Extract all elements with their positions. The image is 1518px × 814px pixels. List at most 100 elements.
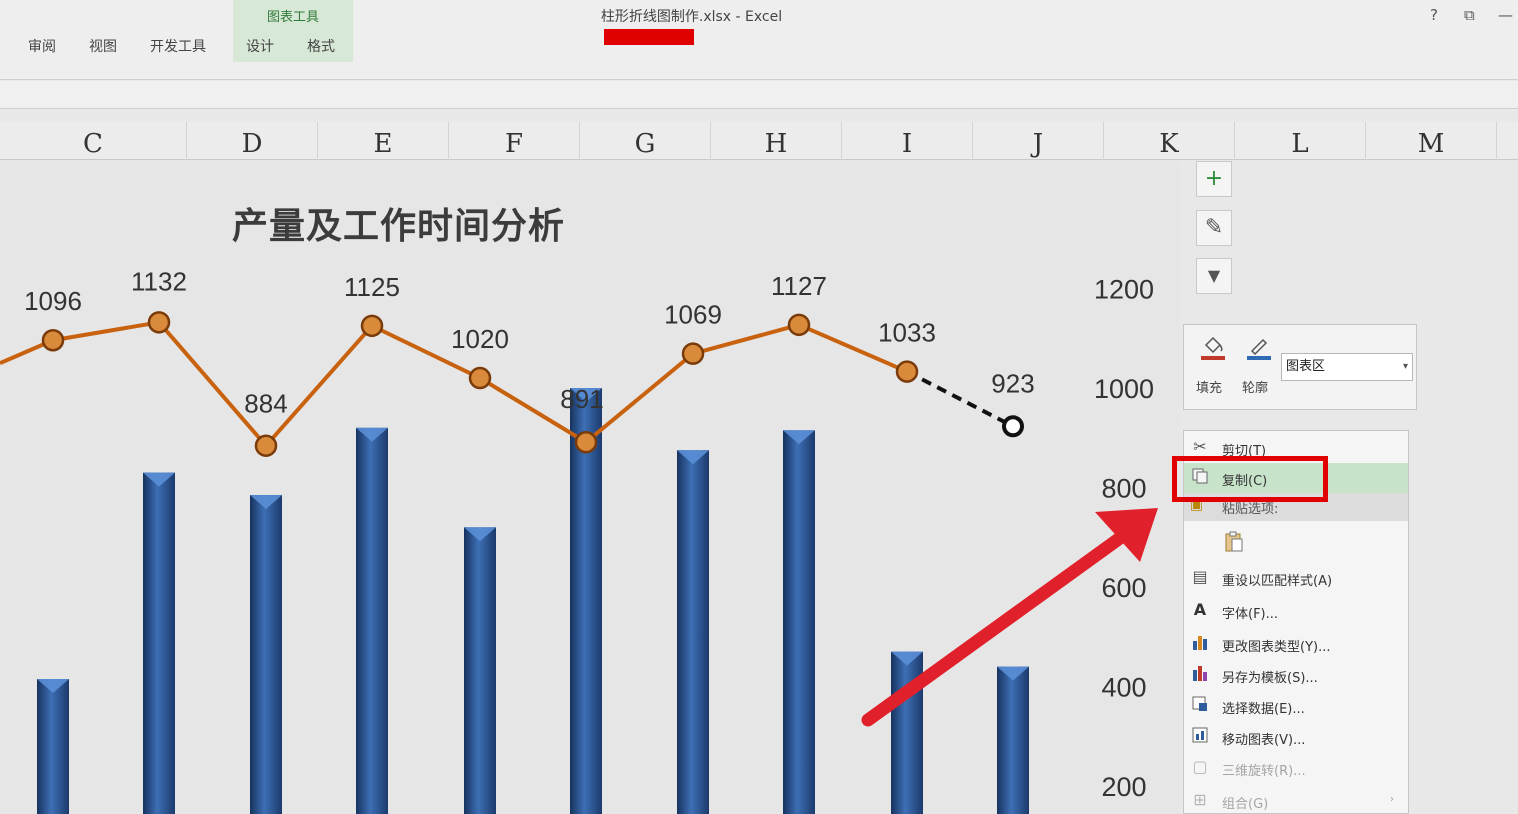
menu-item-label: 移动图表(V)... xyxy=(1222,733,1306,748)
line-marker xyxy=(1002,415,1024,438)
data-label: 1069 xyxy=(664,300,722,330)
chart-element-select[interactable]: 图表区 ▾ xyxy=(1281,353,1413,381)
tab-design[interactable]: 设计 xyxy=(246,36,274,56)
line-segment xyxy=(52,320,160,343)
bar xyxy=(356,427,388,814)
select-data-icon xyxy=(1190,695,1210,715)
y-axis-tick-label: 600 xyxy=(1101,573,1146,603)
ribbon-display-options-icon[interactable]: ⧉ xyxy=(1464,6,1475,24)
save-template-icon xyxy=(1190,664,1210,684)
combo-chart[interactable]: 200 400 600 800 1000 1200 1096 1132 884 1125 1020 8… xyxy=(0,161,1180,814)
data-label: 1096 xyxy=(24,286,82,316)
data-label: 891 xyxy=(560,384,603,414)
menu-item-group[interactable]: ⊞ 组合(G) › xyxy=(1184,786,1408,814)
menu-item-change-chart-type[interactable]: 更改图表类型(Y)... xyxy=(1184,629,1408,659)
data-label: 1125 xyxy=(344,272,400,302)
column-header-j[interactable]: J xyxy=(973,122,1104,160)
reset-style-icon: ▤ xyxy=(1192,567,1208,586)
column-header-k[interactable]: K xyxy=(1104,122,1235,160)
line-marker xyxy=(360,314,384,338)
tab-view[interactable]: 视图 xyxy=(89,36,117,56)
bar xyxy=(464,527,496,814)
window-title: 柱形折线图制作.xlsx - Excel xyxy=(600,9,783,25)
column-header-i[interactable]: I xyxy=(842,122,973,160)
menu-item-label: 选择数据(E)... xyxy=(1222,702,1305,717)
line-marker xyxy=(574,430,598,454)
group-icon: ⊞ xyxy=(1193,790,1207,809)
chart-filters-button[interactable]: ▼ xyxy=(1196,258,1232,294)
tab-review[interactable]: 审阅 xyxy=(28,36,56,56)
bar xyxy=(143,472,175,814)
data-label: 1020 xyxy=(451,324,509,354)
outline-pen-icon[interactable] xyxy=(1244,333,1274,369)
highlight-box xyxy=(1172,456,1328,502)
bar xyxy=(250,494,282,814)
line-marker xyxy=(41,328,65,352)
chart-styles-button[interactable]: ✎ xyxy=(1196,210,1232,246)
bar xyxy=(37,679,69,814)
menu-item-label: 重设以匹配样式(A) xyxy=(1222,574,1333,589)
line-marker xyxy=(147,311,171,334)
column-header-c[interactable]: C xyxy=(0,122,187,160)
column-header-g[interactable]: G xyxy=(580,122,711,160)
menu-item-select-data[interactable]: 选择数据(E)... xyxy=(1184,691,1408,721)
scissors-icon: ✂ xyxy=(1193,437,1207,456)
menu-item-label: 组合(G) xyxy=(1222,797,1269,812)
formula-bar[interactable] xyxy=(0,81,1518,109)
data-label: 884 xyxy=(244,389,287,419)
chart-area[interactable]: 200 400 600 800 1000 1200 1096 1132 884 1125 1020 8… xyxy=(0,161,1180,814)
column-header-e[interactable]: E xyxy=(318,122,449,160)
tab-format[interactable]: 格式 xyxy=(307,36,335,56)
y-axis-tick-label: 800 xyxy=(1101,474,1146,504)
data-label: 1127 xyxy=(771,271,827,301)
line-marker xyxy=(468,366,492,390)
paste-option-button[interactable] xyxy=(1184,527,1408,557)
menu-item-label: 更改图表类型(Y)... xyxy=(1222,640,1331,655)
menu-item-move-chart[interactable]: 移动图表(V)... xyxy=(1184,722,1408,752)
outline-label[interactable]: 轮廓 xyxy=(1242,377,1268,396)
menu-item-label: 另存为模板(S)... xyxy=(1222,671,1318,686)
fill-bucket-icon[interactable] xyxy=(1198,333,1228,369)
line-marker xyxy=(254,434,278,457)
y-axis-tick-label: 1000 xyxy=(1094,374,1154,404)
data-label: 1033 xyxy=(878,318,936,348)
bar xyxy=(891,651,923,814)
rotate-3d-icon: ▢ xyxy=(1192,757,1208,776)
y-axis-tick-label: 400 xyxy=(1101,673,1146,703)
menu-item-3d-rotation[interactable]: ▢ 三维旋转(R)... xyxy=(1184,753,1408,783)
column-header-m[interactable]: M xyxy=(1366,122,1497,160)
menu-item-label: 三维旋转(R)... xyxy=(1222,764,1306,779)
line-marker xyxy=(787,313,811,337)
column-headers: C D E F G H I J K L M xyxy=(0,122,1518,160)
bar xyxy=(783,430,815,814)
column-header-d[interactable]: D xyxy=(187,122,318,160)
fill-label[interactable]: 填充 xyxy=(1196,377,1222,396)
column-header-l[interactable]: L xyxy=(1235,122,1366,160)
move-chart-icon xyxy=(1190,726,1210,746)
menu-item-save-as-template[interactable]: 另存为模板(S)... xyxy=(1184,660,1408,690)
menu-item-reset-style[interactable]: ▤ 重设以匹配样式(A) xyxy=(1184,563,1408,593)
chart-element-select-value: 图表区 xyxy=(1286,359,1326,374)
y-axis-tick-label: 1200 xyxy=(1094,275,1154,305)
menu-item-label: 字体(F)... xyxy=(1222,607,1279,622)
menu-item-font[interactable]: A 字体(F)... xyxy=(1184,596,1408,626)
clipboard-icon xyxy=(1224,531,1244,552)
data-label: 923 xyxy=(991,368,1034,398)
column-header-f[interactable]: F xyxy=(449,122,580,160)
minimize-button[interactable]: — xyxy=(1498,6,1513,24)
data-label: 1132 xyxy=(131,266,187,296)
chart-title[interactable]: 产量及工作时间分析 xyxy=(232,197,565,249)
format-mini-toolbar: 填充 轮廓 图表区 ▾ xyxy=(1183,324,1417,410)
submenu-arrow-icon: › xyxy=(1390,794,1394,805)
bar xyxy=(677,450,709,814)
tab-developer[interactable]: 开发工具 xyxy=(150,36,206,56)
y-axis-tick-label: 200 xyxy=(1101,772,1146,802)
chart-type-icon xyxy=(1190,633,1210,653)
help-button[interactable]: ? xyxy=(1430,6,1438,24)
line-marker xyxy=(681,342,705,365)
column-header-h[interactable]: H xyxy=(711,122,842,160)
dropdown-arrow-icon: ▾ xyxy=(1402,361,1408,372)
chart-elements-button[interactable]: + xyxy=(1196,161,1232,197)
line-marker xyxy=(895,360,919,383)
bar xyxy=(997,666,1029,814)
